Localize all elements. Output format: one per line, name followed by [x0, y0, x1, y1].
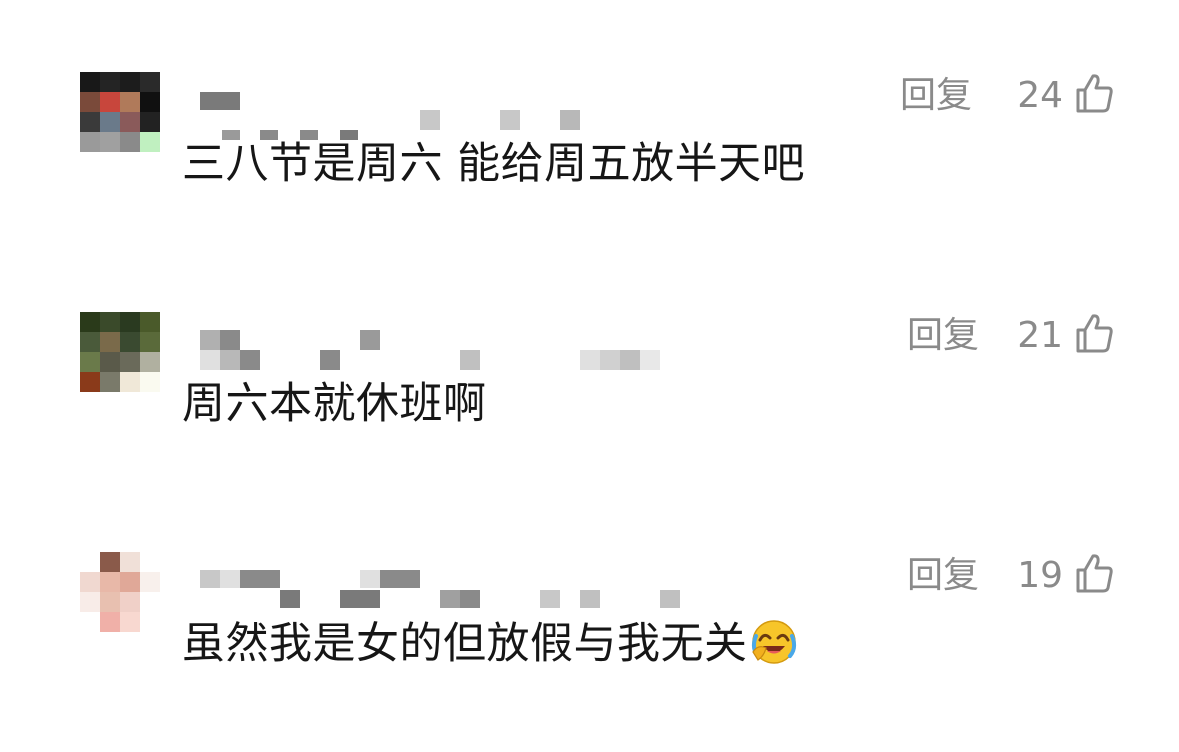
avatar-pixel	[120, 592, 140, 612]
avatar-pixel	[100, 572, 120, 592]
reply-button[interactable]: 回复	[907, 314, 979, 358]
avatar-pixel	[80, 552, 100, 572]
like-count: 21	[1017, 315, 1063, 356]
avatar-pixel	[140, 72, 160, 92]
avatar-pixel	[80, 592, 100, 612]
avatar-pixel	[140, 92, 160, 112]
avatar-pixel	[80, 132, 100, 152]
avatar-pixel	[120, 112, 140, 132]
avatar-pixel	[120, 552, 140, 572]
comment-item: 周六本就休班啊 回复 21	[0, 312, 1179, 512]
avatar-pixel	[80, 312, 100, 332]
username-blurred	[200, 330, 680, 370]
avatar-pixel	[100, 592, 120, 612]
avatar-pixel	[100, 312, 120, 332]
avatar-pixel	[80, 92, 100, 112]
comment-text: 周六本就休班啊	[182, 374, 487, 434]
avatar-pixel	[100, 352, 120, 372]
avatar-pixel	[100, 132, 120, 152]
avatar-pixel	[140, 332, 160, 352]
thumbs-up-icon[interactable]	[1074, 552, 1114, 594]
avatar-pixel	[100, 92, 120, 112]
avatar-pixel	[120, 312, 140, 332]
avatar-pixel	[100, 72, 120, 92]
avatar-pixel	[120, 332, 140, 352]
avatar-pixel	[80, 372, 100, 392]
thumbs-up-icon[interactable]	[1074, 72, 1114, 114]
avatar-pixel	[140, 612, 160, 632]
comment-text-content: 周六本就休班啊	[182, 379, 487, 429]
avatar-pixel	[100, 372, 120, 392]
avatar-pixel	[120, 572, 140, 592]
avatar-pixel	[120, 372, 140, 392]
avatar-pixel	[140, 372, 160, 392]
laughing-crying-emoji-icon	[751, 620, 796, 664]
like-count: 19	[1017, 555, 1063, 596]
avatar-pixel	[80, 72, 100, 92]
avatar-pixel	[100, 552, 120, 572]
comment-item: 三八节是周六 能给周五放半天吧 回复 24	[0, 72, 1179, 272]
comment-text-content: 三八节是周六 能给周五放半天吧	[182, 139, 806, 189]
avatar-pixel	[120, 612, 140, 632]
avatar-pixel	[140, 592, 160, 612]
comment-text-content: 虽然我是女的但放假与我无关	[182, 619, 748, 669]
avatar-pixel	[120, 132, 140, 152]
avatar-pixel	[140, 132, 160, 152]
avatar-pixel	[140, 112, 160, 132]
avatar-pixel	[80, 572, 100, 592]
avatar-pixel	[140, 572, 160, 592]
avatar[interactable]	[80, 552, 160, 632]
avatar-pixel	[120, 72, 140, 92]
avatar-pixel	[80, 112, 100, 132]
avatar[interactable]	[80, 72, 160, 152]
avatar-pixel	[120, 92, 140, 112]
reply-button[interactable]: 回复	[900, 74, 972, 118]
avatar-pixel	[80, 612, 100, 632]
thumbs-up-icon[interactable]	[1074, 312, 1114, 354]
avatar-pixel	[80, 332, 100, 352]
avatar-pixel	[100, 112, 120, 132]
like-count: 24	[1017, 75, 1063, 116]
comment-item: 虽然我是女的但放假与我无关 回复 19	[0, 552, 1179, 752]
avatar-pixel	[120, 352, 140, 372]
reply-button[interactable]: 回复	[907, 554, 979, 598]
avatar-pixel	[140, 352, 160, 372]
avatar-pixel	[100, 332, 120, 352]
username-blurred	[200, 90, 680, 140]
avatar-pixel	[140, 552, 160, 572]
comment-text: 三八节是周六 能给周五放半天吧	[182, 134, 805, 194]
username-blurred	[200, 570, 680, 610]
comment-text: 虽然我是女的但放假与我无关	[182, 614, 798, 674]
avatar[interactable]	[80, 312, 160, 392]
avatar-pixel	[100, 612, 120, 632]
avatar-pixel	[80, 352, 100, 372]
avatar-pixel	[140, 312, 160, 332]
